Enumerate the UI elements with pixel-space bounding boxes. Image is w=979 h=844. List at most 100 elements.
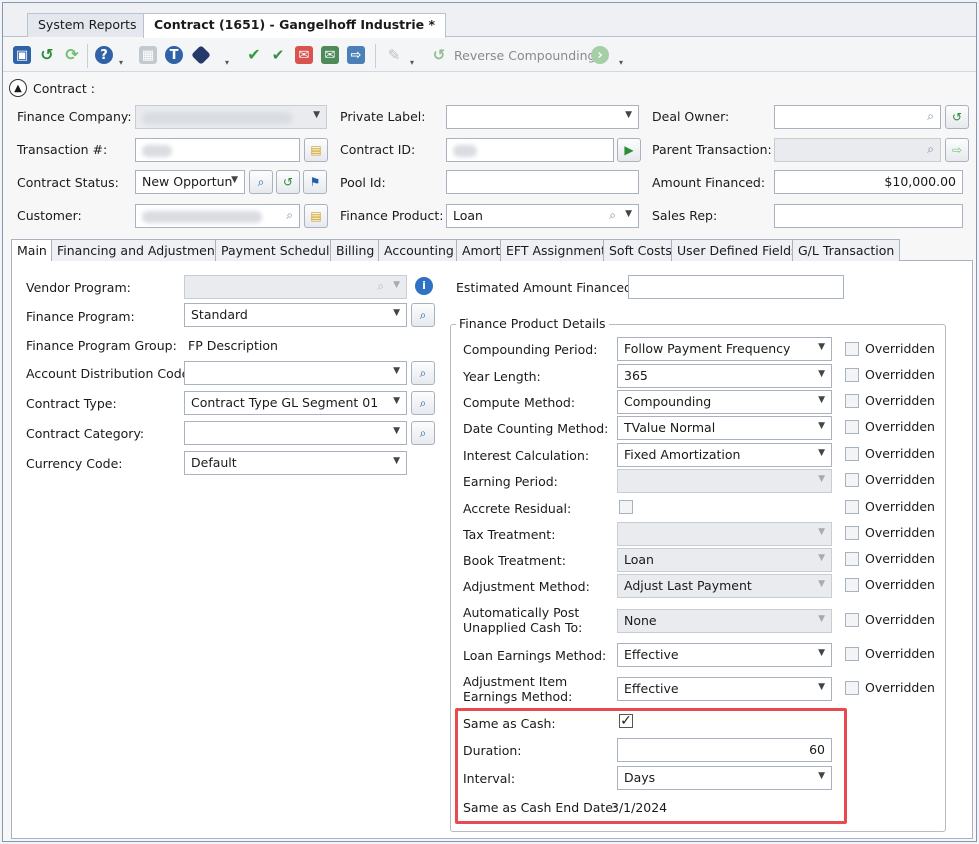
customer-field[interactable]: ⌕ [135,204,300,228]
collapse-up-icon[interactable]: ▲ [9,79,27,97]
adjustment-method-select[interactable]: Adjust Last Payment ▼ [617,574,832,598]
note-icon[interactable]: ▤ [304,138,328,162]
auto-post-label-line2: Unapplied Cash To: [463,620,583,635]
approve-check-icon[interactable]: ✔ [245,46,263,64]
search-icon[interactable]: ⌕ [411,391,435,415]
search-icon[interactable]: ⌕ [411,303,435,327]
parent-transaction-field[interactable]: ⌕ [774,138,941,162]
finance-company-field[interactable]: ▼ [135,105,327,129]
history-icon[interactable]: ↺ [276,170,300,194]
account-distribution-select[interactable]: ▼ [184,361,407,385]
overridden-checkbox[interactable] [845,552,859,566]
info-icon[interactable]: i [415,277,433,295]
tab-amort[interactable]: Amort [456,239,507,261]
adj-item-label-line2: Earnings Method: [463,689,573,704]
customer-alert-icon[interactable]: ▤ [304,204,328,228]
tab-soft-costs[interactable]: Soft Costs [603,239,678,261]
doc-tab-contract[interactable]: Contract (1651) - Gangelhoff Industrie * [143,13,446,38]
help-dropdown-icon[interactable]: ▾ [119,58,126,67]
doc-tab-system-reports[interactable]: System Reports [27,13,148,37]
save-icon[interactable]: ▣ [13,46,31,64]
tab-user-defined-fields[interactable]: User Defined Fields [671,239,804,261]
overridden-checkbox[interactable] [845,473,859,487]
refresh-owner-icon[interactable]: ↺ [945,105,969,129]
date-counting-select[interactable]: TValue Normal ▼ [617,416,832,440]
tab-gl-transaction[interactable]: G/L Transaction [792,239,901,261]
overridden-checkbox[interactable] [845,681,859,695]
amount-financed-field[interactable]: $10,000.00 [774,170,963,194]
approve-settings-icon[interactable]: ✔ [269,46,287,64]
overridden-checkbox[interactable] [845,394,859,408]
interest-calc-select[interactable]: Fixed Amortization ▼ [617,443,832,467]
navigate-icon[interactable] [191,45,211,65]
vendor-program-select[interactable]: ⌕ ▼ [184,275,407,299]
contract-type-select[interactable]: Contract Type GL Segment 01 ▼ [184,391,407,415]
overridden-checkbox[interactable] [845,647,859,661]
search-icon[interactable]: ⌕ [411,421,435,445]
loan-earnings-label: Loan Earnings Method: [463,648,607,663]
navigate-dropdown-icon[interactable]: ▾ [225,58,232,67]
estimated-amount-field[interactable] [628,275,844,299]
sales-rep-field[interactable] [774,204,963,228]
finance-program-select[interactable]: Standard ▼ [184,303,407,327]
search-icon[interactable]: ⌕ [249,170,273,194]
export-icon[interactable]: ⇨ [347,46,365,64]
play-icon[interactable]: ▶ [617,138,641,162]
overridden-checkbox[interactable] [845,342,859,356]
forward-icon[interactable]: ✉ [321,46,339,64]
overridden-checkbox[interactable] [845,420,859,434]
tab-main[interactable]: Main [11,239,53,262]
search-icon[interactable]: ⌕ [927,109,934,124]
refresh-icon[interactable]: ⟳ [63,46,81,64]
search-icon[interactable]: ⌕ [286,208,293,223]
earning-period-select[interactable]: ▼ [617,469,832,493]
contract-id-field[interactable] [446,138,614,162]
help-icon[interactable]: ? [95,46,113,64]
go-arrow-icon[interactable]: ⇨ [945,138,969,162]
more-dropdown-icon[interactable]: ▾ [619,58,626,67]
currency-code-label: Currency Code: [26,456,123,471]
chevron-down-icon: ▼ [393,456,400,466]
search-icon[interactable]: ⌕ [927,142,934,157]
contract-category-select[interactable]: ▼ [184,421,407,445]
transaction-icon[interactable]: T [165,46,183,64]
pool-id-field[interactable] [446,170,639,194]
overridden-checkbox[interactable] [845,500,859,514]
finance-product-select[interactable]: Loan ⌕ ▼ [446,204,639,228]
year-length-select[interactable]: 365 ▼ [617,364,832,388]
overridden-checkbox[interactable] [845,526,859,540]
interest-calc-label: Interest Calculation: [463,448,590,463]
compounding-period-select[interactable]: Follow Payment Frequency ▼ [617,337,832,361]
transaction-field[interactable] [135,138,300,162]
deal-owner-label: Deal Owner: [652,109,730,124]
loan-earnings-select[interactable]: Effective ▼ [617,643,832,667]
deal-owner-field[interactable]: ⌕ [774,105,941,129]
accrete-residual-checkbox[interactable] [619,500,633,514]
contract-status-select[interactable]: New Opportun ▼ [135,170,245,194]
date-counting-value: TValue Normal [624,420,716,435]
tab-eft-assignment[interactable]: EFT Assignment [500,239,613,261]
search-icon[interactable]: ⌕ [411,361,435,385]
flag-icon[interactable]: ⚑ [303,170,327,194]
currency-code-select[interactable]: Default ▼ [184,451,407,475]
overridden-label: Overridden [865,612,935,627]
adj-item-select[interactable]: Effective ▼ [617,677,832,701]
overridden-checkbox[interactable] [845,368,859,382]
tab-billing[interactable]: Billing [330,239,381,261]
overridden-checkbox[interactable] [845,613,859,627]
green-circle-icon: › [591,46,609,64]
tab-accounting[interactable]: Accounting [378,239,460,261]
book-treatment-select[interactable]: Loan ▼ [617,548,832,572]
tax-treatment-select[interactable]: ▼ [617,522,832,546]
private-label-select[interactable]: ▼ [446,105,639,129]
tab-payment-schedule[interactable]: Payment Schedule [215,239,344,261]
compute-method-select[interactable]: Compounding ▼ [617,390,832,414]
calculator-icon[interactable]: ▦ [139,46,157,64]
decline-icon[interactable]: ✉ [295,46,313,64]
auto-post-select[interactable]: None ▼ [617,609,832,633]
overridden-checkbox[interactable] [845,578,859,592]
tab-financing-and-adjustments[interactable]: Financing and Adjustments [51,239,233,261]
search-icon[interactable]: ⌕ [609,208,616,223]
overridden-checkbox[interactable] [845,447,859,461]
undo-icon[interactable]: ↺ [38,46,56,64]
